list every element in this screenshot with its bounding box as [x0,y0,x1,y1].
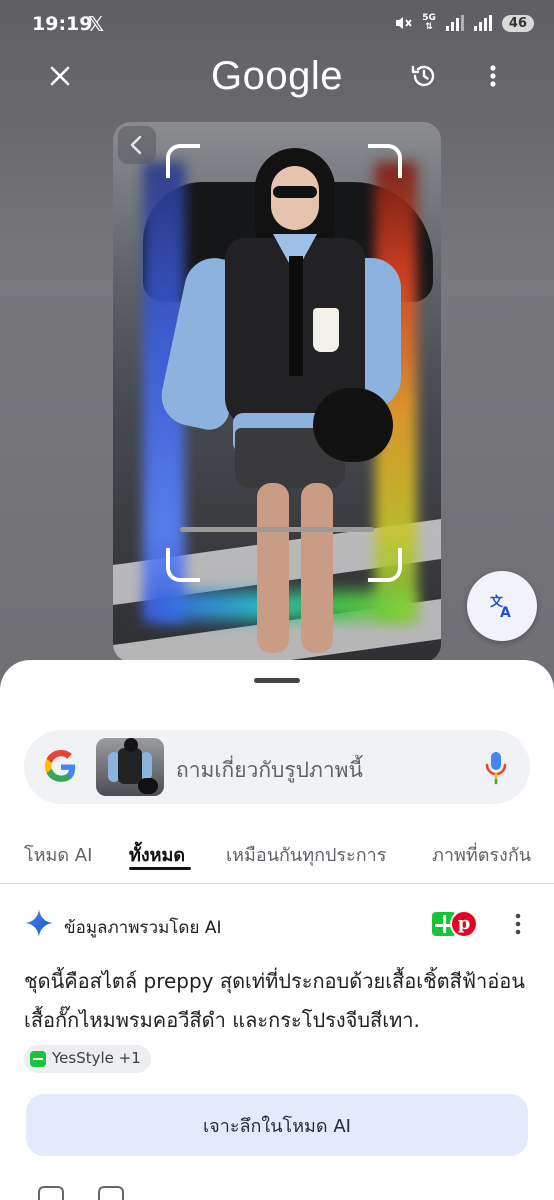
signal-bars-icon [445,15,464,31]
svg-text:A: A [500,605,511,620]
lens-header: Google [0,52,554,102]
selection-corner-bottom-right[interactable] [368,548,402,582]
chevron-left-icon [130,135,142,155]
yesstyle-icon [30,1050,46,1067]
results-bottom-sheet: ถามเกี่ยวกับรูปภาพนี้ โหมด AI ทั้งหมด เห… [0,660,554,1200]
network-indicator: 5G ⇅ [422,13,436,32]
ai-sparkle-icon [25,909,53,937]
ai-overview-title: ข้อมูลภาพรวมโดย AI [64,918,222,938]
more-vert-icon[interactable] [481,61,505,91]
google-logo: Google [211,54,343,98]
selection-corner-top-left[interactable] [166,144,200,178]
selection-corner-top-right[interactable] [368,144,402,178]
battery-indicator: 46 [501,14,534,32]
home-indicator[interactable] [180,527,374,532]
deep-dive-ai-mode-button[interactable]: เจาะลึกในโหมด AI [26,1094,528,1156]
search-bar[interactable]: ถามเกี่ยวกับรูปภาพนี้ [24,730,530,804]
selection-corner-bottom-left[interactable] [166,548,200,582]
active-tab-indicator [129,867,191,870]
drag-handle[interactable] [254,678,300,683]
source-favicons[interactable]: p [430,906,480,938]
tab-visual-matches[interactable]: ภาพที่ตรงกัน [432,840,531,869]
status-bar: 19:19 𝕏 5G ⇅ 46 [0,0,554,50]
ai-overview-header: ข้อมูลภาพรวมโดย AI p [24,906,530,946]
ai-overview-body: ชุดนี้คือสไตล์ preppy สุดเท่ที่ประกอบด้ว… [24,969,525,1032]
pinterest-favicon-icon: p [450,910,478,938]
share-icon[interactable] [98,1186,124,1200]
status-indicators: 5G ⇅ 46 [394,14,534,32]
x-app-icon: 𝕏 [88,12,105,36]
translate-icon: 文 A [490,594,511,620]
source-chip[interactable]: YesStyle +1 [24,1044,151,1073]
query-image-thumbnail[interactable] [96,738,164,796]
more-vert-icon[interactable] [510,910,526,938]
ai-overview-text: ชุดนี้คือสไตล์ preppy สุดเท่ที่ประกอบด้ว… [24,962,530,1079]
thumbs-up-icon[interactable] [38,1186,64,1200]
source-chip-label: YesStyle +1 [52,1049,141,1067]
lens-camera-area: 19:19 𝕏 5G ⇅ 46 Google 文 A [0,0,554,700]
result-tabs: โหมด AI ทั้งหมด เหมือนกันทุกประการ ภาพที… [0,832,554,884]
signal-bars-2-icon [473,15,492,31]
tab-ai-mode[interactable]: โหมด AI [24,840,92,869]
microphone-icon[interactable] [482,749,510,785]
history-icon[interactable] [409,61,439,91]
tab-exact-matches[interactable]: เหมือนกันทุกประการ [226,840,386,869]
back-chevron-button[interactable] [118,126,156,164]
mute-icon [396,17,412,29]
google-g-icon [44,750,76,782]
next-content-peek [0,1180,554,1200]
tab-all[interactable]: ทั้งหมด [129,840,185,869]
status-time: 19:19 [32,13,93,35]
translate-button[interactable]: 文 A [467,571,537,641]
search-input[interactable]: ถามเกี่ยวกับรูปภาพนี้ [176,754,363,787]
